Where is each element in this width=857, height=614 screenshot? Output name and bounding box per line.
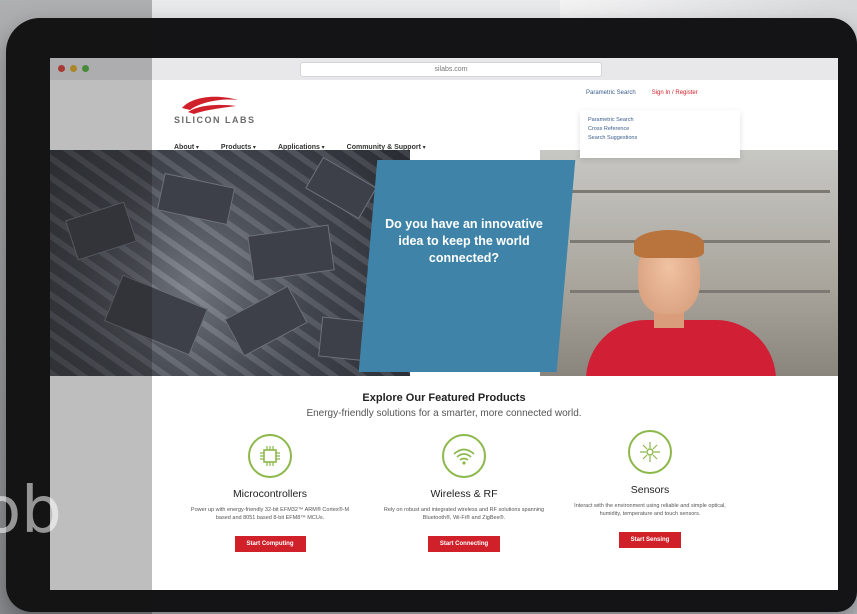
product-title: Wireless & RF	[430, 488, 498, 500]
product-description: Interact with the environment using reli…	[574, 503, 726, 517]
logo-text: SILICON LABS	[174, 115, 256, 125]
person-shirt	[586, 320, 776, 376]
sensor-icon	[628, 430, 672, 474]
product-wireless: Wireless & RF Rely on robust and integra…	[364, 434, 564, 552]
search-link-suggestions[interactable]: Search Suggestions	[588, 135, 732, 141]
product-microcontrollers: Microcontrollers Power up with energy-fr…	[170, 434, 370, 552]
silicon-labs-logo[interactable]: SILICON LABS	[174, 94, 254, 126]
hero-headline: Do you have an innovative idea to keep t…	[385, 217, 543, 265]
util-link-login[interactable]: Sign In / Register	[652, 90, 698, 96]
person-hair	[634, 230, 704, 258]
product-title: Sensors	[630, 484, 670, 496]
hero-banner[interactable]: Do you have an innovative idea to keep t…	[50, 150, 838, 376]
search-link-cross-reference[interactable]: Cross Reference	[588, 126, 732, 132]
start-computing-button[interactable]: Start Computing	[234, 536, 306, 552]
featured-subtitle: Energy-friendly solutions for a smarter,…	[306, 408, 582, 419]
watermark-text: ob	[0, 474, 62, 548]
wifi-icon	[442, 434, 486, 478]
start-sensing-button[interactable]: Start Sensing	[618, 532, 682, 548]
product-description: Power up with energy-friendly 32-bit EFM…	[190, 507, 350, 521]
util-link-search[interactable]: Parametric Search	[586, 90, 636, 96]
corner-watermark: ob	[0, 468, 112, 614]
utility-links: Parametric Search Sign In / Register	[586, 90, 698, 96]
search-dropdown: Parametric Search Cross Reference Search…	[580, 110, 740, 158]
address-bar[interactable]: silabs.com	[300, 62, 602, 77]
product-title: Microcontrollers	[232, 488, 308, 500]
browser-chrome: silabs.com	[50, 58, 838, 81]
featured-title: Explore Our Featured Products	[362, 392, 526, 404]
logo-mark-icon	[182, 96, 238, 114]
product-description: Rely on robust and integrated wireless a…	[383, 507, 545, 521]
chip-icon	[248, 434, 292, 478]
start-connecting-button[interactable]: Start Connecting	[427, 536, 501, 552]
browser-screen: silabs.com SILICON LABS Parametric Searc…	[50, 58, 838, 590]
product-sensors: Sensors Interact with the environment us…	[550, 430, 750, 548]
search-link-parametric[interactable]: Parametric Search	[588, 117, 732, 123]
